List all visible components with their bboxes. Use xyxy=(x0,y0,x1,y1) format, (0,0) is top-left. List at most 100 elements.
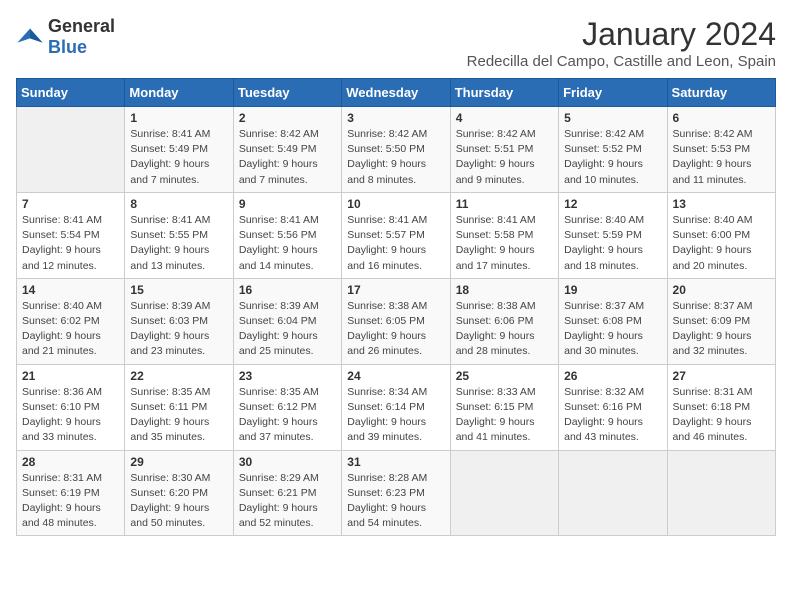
day-info: Sunrise: 8:36 AMSunset: 6:10 PMDaylight:… xyxy=(22,385,119,446)
day-number: 25 xyxy=(456,369,553,383)
day-info: Sunrise: 8:40 AMSunset: 5:59 PMDaylight:… xyxy=(564,213,661,274)
day-cell: 19 Sunrise: 8:37 AMSunset: 6:08 PMDayligh… xyxy=(559,278,667,364)
day-cell: 15 Sunrise: 8:39 AMSunset: 6:03 PMDayligh… xyxy=(125,278,233,364)
day-cell: 16 Sunrise: 8:39 AMSunset: 6:04 PMDayligh… xyxy=(233,278,341,364)
day-number: 19 xyxy=(564,283,661,297)
day-cell: 27Sunrise: 8:31 AMSunset: 6:18 PMDayligh… xyxy=(667,364,775,450)
day-info: Sunrise: 8:40 AMSunset: 6:00 PMDaylight:… xyxy=(673,213,770,274)
day-cell: 25 Sunrise: 8:33 AMSunset: 6:15 PMDayligh… xyxy=(450,364,558,450)
logo-general: General xyxy=(48,16,115,36)
day-number: 24 xyxy=(347,369,444,383)
week-row-4: 21 Sunrise: 8:36 AMSunset: 6:10 PMDayligh… xyxy=(17,364,776,450)
calendar-table: SundayMondayTuesdayWednesdayThursdayFrid… xyxy=(16,78,776,536)
day-info: Sunrise: 8:29 AMSunset: 6:21 PMDaylight:… xyxy=(239,471,336,532)
header-day-thursday: Thursday xyxy=(450,79,558,107)
day-number: 10 xyxy=(347,197,444,211)
day-info: Sunrise: 8:39 AMSunset: 6:03 PMDaylight:… xyxy=(130,299,227,360)
day-info: Sunrise: 8:28 AMSunset: 6:23 PMDaylight:… xyxy=(347,471,444,532)
day-number: 27 xyxy=(673,369,770,383)
day-cell: 28 Sunrise: 8:31 AMSunset: 6:19 PMDayligh… xyxy=(17,450,125,536)
day-number: 1 xyxy=(130,111,227,125)
header-row: SundayMondayTuesdayWednesdayThursdayFrid… xyxy=(17,79,776,107)
day-number: 16 xyxy=(239,283,336,297)
day-cell xyxy=(559,450,667,536)
day-cell: 30 Sunrise: 8:29 AMSunset: 6:21 PMDayligh… xyxy=(233,450,341,536)
day-cell: 11 Sunrise: 8:41 AMSunset: 5:58 PMDayligh… xyxy=(450,192,558,278)
day-info: Sunrise: 8:42 AMSunset: 5:53 PMDaylight:… xyxy=(673,127,770,188)
day-number: 18 xyxy=(456,283,553,297)
day-info: Sunrise: 8:41 AMSunset: 5:58 PMDaylight:… xyxy=(456,213,553,274)
day-cell: 29Sunrise: 8:30 AMSunset: 6:20 PMDayligh… xyxy=(125,450,233,536)
day-info: Sunrise: 8:39 AMSunset: 6:04 PMDaylight:… xyxy=(239,299,336,360)
day-cell: 14Sunrise: 8:40 AMSunset: 6:02 PMDayligh… xyxy=(17,278,125,364)
header: General Blue January 2024 Redecilla del … xyxy=(16,16,776,70)
day-info: Sunrise: 8:42 AMSunset: 5:49 PMDaylight:… xyxy=(239,127,336,188)
logo-text: General Blue xyxy=(48,16,115,58)
week-row-3: 14Sunrise: 8:40 AMSunset: 6:02 PMDayligh… xyxy=(17,278,776,364)
day-cell: 22Sunrise: 8:35 AMSunset: 6:11 PMDayligh… xyxy=(125,364,233,450)
day-number: 29 xyxy=(130,455,227,469)
day-info: Sunrise: 8:35 AMSunset: 6:12 PMDaylight:… xyxy=(239,385,336,446)
day-cell xyxy=(17,107,125,193)
day-number: 30 xyxy=(239,455,336,469)
day-cell: 3 Sunrise: 8:42 AMSunset: 5:50 PMDaylight… xyxy=(342,107,450,193)
location-subtitle: Redecilla del Campo, Castille and Leon, … xyxy=(467,53,776,70)
day-number: 15 xyxy=(130,283,227,297)
day-info: Sunrise: 8:37 AMSunset: 6:09 PMDaylight:… xyxy=(673,299,770,360)
header-day-sunday: Sunday xyxy=(17,79,125,107)
day-info: Sunrise: 8:31 AMSunset: 6:19 PMDaylight:… xyxy=(22,471,119,532)
day-cell: 21 Sunrise: 8:36 AMSunset: 6:10 PMDayligh… xyxy=(17,364,125,450)
day-cell xyxy=(450,450,558,536)
day-info: Sunrise: 8:41 AMSunset: 5:55 PMDaylight:… xyxy=(130,213,227,274)
day-cell: 10 Sunrise: 8:41 AMSunset: 5:57 PMDayligh… xyxy=(342,192,450,278)
day-cell: 13 Sunrise: 8:40 AMSunset: 6:00 PMDayligh… xyxy=(667,192,775,278)
day-info: Sunrise: 8:41 AMSunset: 5:49 PMDaylight:… xyxy=(130,127,227,188)
header-day-monday: Monday xyxy=(125,79,233,107)
day-cell: 1 Sunrise: 8:41 AMSunset: 5:49 PMDaylight… xyxy=(125,107,233,193)
day-cell: 18Sunrise: 8:38 AMSunset: 6:06 PMDayligh… xyxy=(450,278,558,364)
day-info: Sunrise: 8:38 AMSunset: 6:05 PMDaylight:… xyxy=(347,299,444,360)
title-area: January 2024 Redecilla del Campo, Castil… xyxy=(467,16,776,70)
day-cell: 24 Sunrise: 8:34 AMSunset: 6:14 PMDayligh… xyxy=(342,364,450,450)
day-cell: 7Sunrise: 8:41 AMSunset: 5:54 PMDaylight… xyxy=(17,192,125,278)
logo-bird-icon xyxy=(16,23,44,51)
day-cell: 20 Sunrise: 8:37 AMSunset: 6:09 PMDayligh… xyxy=(667,278,775,364)
day-number: 8 xyxy=(130,197,227,211)
day-number: 9 xyxy=(239,197,336,211)
day-number: 4 xyxy=(456,111,553,125)
day-info: Sunrise: 8:42 AMSunset: 5:51 PMDaylight:… xyxy=(456,127,553,188)
day-number: 14 xyxy=(22,283,119,297)
day-number: 2 xyxy=(239,111,336,125)
week-row-5: 28 Sunrise: 8:31 AMSunset: 6:19 PMDayligh… xyxy=(17,450,776,536)
day-cell: 17 Sunrise: 8:38 AMSunset: 6:05 PMDayligh… xyxy=(342,278,450,364)
day-cell: 31Sunrise: 8:28 AMSunset: 6:23 PMDayligh… xyxy=(342,450,450,536)
day-number: 13 xyxy=(673,197,770,211)
day-number: 26 xyxy=(564,369,661,383)
day-info: Sunrise: 8:42 AMSunset: 5:50 PMDaylight:… xyxy=(347,127,444,188)
day-number: 3 xyxy=(347,111,444,125)
day-cell xyxy=(667,450,775,536)
day-number: 7 xyxy=(22,197,119,211)
day-cell: 8 Sunrise: 8:41 AMSunset: 5:55 PMDaylight… xyxy=(125,192,233,278)
day-info: Sunrise: 8:37 AMSunset: 6:08 PMDaylight:… xyxy=(564,299,661,360)
day-number: 11 xyxy=(456,197,553,211)
day-cell: 9Sunrise: 8:41 AMSunset: 5:56 PMDaylight… xyxy=(233,192,341,278)
day-number: 21 xyxy=(22,369,119,383)
day-number: 17 xyxy=(347,283,444,297)
day-number: 5 xyxy=(564,111,661,125)
day-cell: 4 Sunrise: 8:42 AMSunset: 5:51 PMDaylight… xyxy=(450,107,558,193)
day-cell: 23 Sunrise: 8:35 AMSunset: 6:12 PMDayligh… xyxy=(233,364,341,450)
day-cell: 6 Sunrise: 8:42 AMSunset: 5:53 PMDaylight… xyxy=(667,107,775,193)
day-cell: 2 Sunrise: 8:42 AMSunset: 5:49 PMDaylight… xyxy=(233,107,341,193)
day-cell: 12Sunrise: 8:40 AMSunset: 5:59 PMDayligh… xyxy=(559,192,667,278)
day-number: 28 xyxy=(22,455,119,469)
day-info: Sunrise: 8:33 AMSunset: 6:15 PMDaylight:… xyxy=(456,385,553,446)
week-row-2: 7Sunrise: 8:41 AMSunset: 5:54 PMDaylight… xyxy=(17,192,776,278)
day-info: Sunrise: 8:41 AMSunset: 5:57 PMDaylight:… xyxy=(347,213,444,274)
day-number: 23 xyxy=(239,369,336,383)
day-number: 20 xyxy=(673,283,770,297)
day-cell: 5Sunrise: 8:42 AMSunset: 5:52 PMDaylight… xyxy=(559,107,667,193)
day-number: 6 xyxy=(673,111,770,125)
day-info: Sunrise: 8:32 AMSunset: 6:16 PMDaylight:… xyxy=(564,385,661,446)
day-info: Sunrise: 8:34 AMSunset: 6:14 PMDaylight:… xyxy=(347,385,444,446)
